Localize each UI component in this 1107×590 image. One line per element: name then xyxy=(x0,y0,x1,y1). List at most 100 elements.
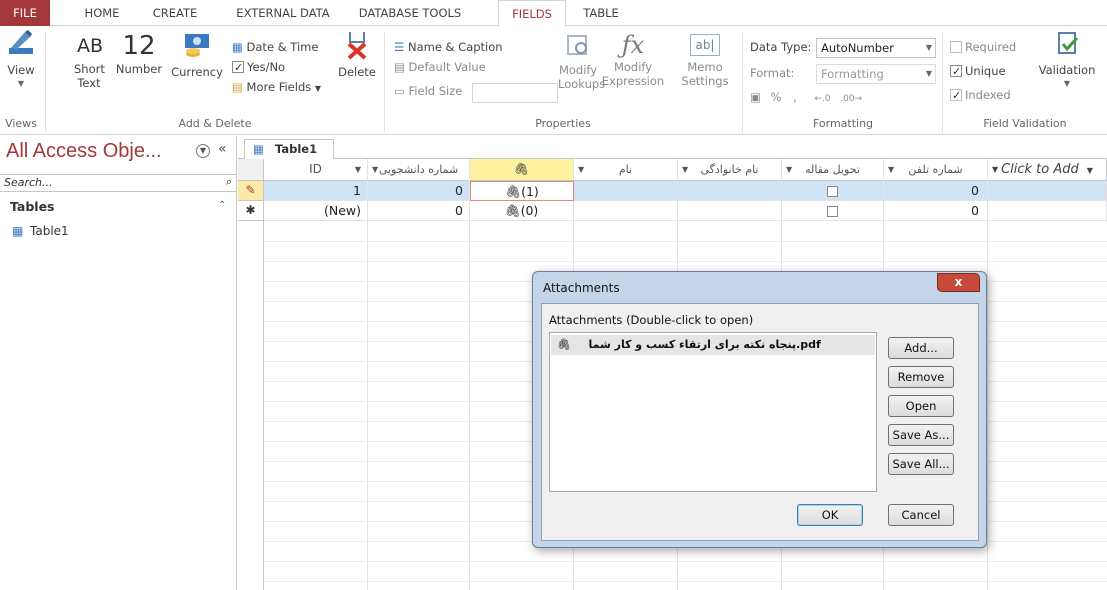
field-size-input[interactable] xyxy=(472,83,558,103)
column-header-phone-number[interactable]: ▼ شماره تلفن xyxy=(884,159,988,181)
table-icon: ▦ xyxy=(253,142,264,156)
nav-item-table1[interactable]: ▦ Table1 xyxy=(12,224,69,238)
remove-button[interactable]: Remove xyxy=(888,366,954,388)
cell-family-name[interactable] xyxy=(678,201,782,221)
search-icon[interactable]: ⌕ xyxy=(226,174,232,190)
row-selector-new[interactable]: ✱ xyxy=(238,201,264,221)
data-type-select[interactable]: AutoNumber ▼ xyxy=(816,38,936,58)
percent-button[interactable]: % xyxy=(771,90,782,104)
cell-name[interactable] xyxy=(574,181,678,201)
sort-arrow-icon[interactable]: ▼ xyxy=(682,159,688,180)
date-time-button[interactable]: ▦ Date & Time xyxy=(232,38,318,56)
default-value-button[interactable]: ▤ Default Value xyxy=(394,58,486,76)
cell-family-name[interactable] xyxy=(678,181,782,201)
tab-external-data[interactable]: EXTERNAL DATA xyxy=(228,0,338,26)
short-text-button[interactable]: AB Short Text xyxy=(74,30,106,90)
cell-student-number[interactable]: 0 xyxy=(368,181,470,201)
validation-button[interactable]: Validation ▼ xyxy=(1038,30,1096,91)
tab-file[interactable]: FILE xyxy=(0,0,50,26)
select-all-corner[interactable] xyxy=(238,159,264,181)
checkbox[interactable] xyxy=(827,186,838,197)
open-button[interactable]: Open xyxy=(888,395,954,417)
sort-arrow-icon[interactable]: ▼ xyxy=(992,159,998,180)
grid-column-line xyxy=(987,159,988,590)
dropdown-arrow-icon[interactable]: ▼ xyxy=(1087,166,1093,175)
document-tab-table1[interactable]: ▦ Table1 xyxy=(244,139,334,160)
indexed-checkbox[interactable]: Indexed xyxy=(950,86,1011,105)
cancel-button[interactable]: Cancel xyxy=(888,504,954,526)
tab-database-tools[interactable]: DATABASE TOOLS xyxy=(350,0,470,26)
row-selector-editing[interactable]: ✎ xyxy=(238,181,264,201)
nav-pane-title[interactable]: All Access Obje... xyxy=(6,140,162,163)
shutter-bar-close-icon[interactable]: « xyxy=(218,141,227,157)
number-button[interactable]: 12 Number xyxy=(114,30,164,76)
column-header-article-delivery[interactable]: ▼ تحویل مقاله xyxy=(782,159,884,181)
cell-id[interactable]: (New) xyxy=(264,201,368,221)
modify-lookups-button[interactable]: Modify Lookups xyxy=(558,30,605,91)
ribbon-tab-bar: FILE HOME CREATE EXTERNAL DATA DATABASE … xyxy=(0,0,1107,27)
collapse-section-icon[interactable]: ⌃ xyxy=(218,200,226,211)
cell-phone-number[interactable]: 0 xyxy=(884,181,988,201)
format-select[interactable]: Formatting ▼ xyxy=(816,64,936,84)
field-size-label: ▭ Field Size xyxy=(394,84,463,98)
tab-home[interactable]: HOME xyxy=(72,0,132,26)
cell-article-delivery[interactable] xyxy=(782,181,884,201)
decrease-decimals-icon[interactable]: .00→ xyxy=(840,94,862,104)
sort-arrow-icon[interactable]: ▼ xyxy=(888,159,894,180)
checkbox[interactable] xyxy=(827,206,838,217)
cell-student-number[interactable]: 0 xyxy=(368,201,470,221)
save-all-button[interactable]: Save All... xyxy=(888,453,954,475)
column-header-id[interactable]: ID ▼ xyxy=(264,159,368,181)
table-row[interactable]: ✱ (New) 0 🖇(0) 0 xyxy=(238,201,1107,221)
column-header-click-to-add[interactable]: ▼ Click to Add ▼ xyxy=(988,159,1107,181)
comma-button[interactable]: , xyxy=(793,90,797,104)
required-checkbox[interactable]: Required xyxy=(950,38,1016,56)
ok-button[interactable]: OK xyxy=(797,504,863,526)
cell-attachment[interactable]: 🖇(1) xyxy=(470,181,574,201)
name-caption-icon: ☰ xyxy=(394,40,405,54)
asterisk-icon: ✱ xyxy=(245,203,256,217)
close-button[interactable]: x xyxy=(937,273,980,292)
cell-name[interactable] xyxy=(574,201,678,221)
tab-fields[interactable]: FIELDS xyxy=(498,0,566,27)
unique-checkbox[interactable]: Unique xyxy=(950,62,1006,81)
calendar-icon: ▦ xyxy=(232,40,243,54)
format-label: Format: xyxy=(750,66,795,80)
table-row[interactable]: ✎ 1 0 🖇(1) 0 xyxy=(238,181,1107,201)
nav-section-tables[interactable]: Tables xyxy=(10,199,55,214)
nav-menu-icon[interactable]: ▼ xyxy=(196,144,210,158)
delete-button[interactable]: Delete xyxy=(336,30,378,79)
name-caption-button[interactable]: ☰ Name & Caption xyxy=(394,38,503,56)
nav-search-input[interactable]: Search... ⌕ xyxy=(0,174,236,192)
group-separator xyxy=(45,32,46,132)
cell-article-delivery[interactable] xyxy=(782,201,884,221)
modify-expression-button[interactable]: ƒx Modify Expression xyxy=(598,30,668,88)
column-header-family-name[interactable]: ▼ نام خانوادگی xyxy=(678,159,782,181)
more-fields-button[interactable]: ▤ More Fields ▼ xyxy=(232,78,321,96)
list-item[interactable]: 🖇 پنجاه نکته برای ارتقاء کسب و کار شما.p… xyxy=(551,335,875,355)
group-separator xyxy=(942,32,943,132)
currency-button[interactable]: Currency xyxy=(170,30,224,79)
column-header-name[interactable]: ▼ نام xyxy=(574,159,678,181)
column-header-student-number[interactable]: ▼ شماره دانشجویی xyxy=(368,159,470,181)
cell-phone-number[interactable]: 0 xyxy=(884,201,988,221)
yes-no-button[interactable]: Yes/No xyxy=(232,58,285,77)
memo-settings-button[interactable]: ab| Memo Settings xyxy=(676,30,734,88)
cell-id[interactable]: 1 xyxy=(264,181,368,201)
sort-arrow-icon[interactable]: ▼ xyxy=(578,159,584,180)
view-button[interactable]: View ▼ xyxy=(4,28,38,91)
save-as-button[interactable]: Save As... xyxy=(888,424,954,446)
cell-attachment[interactable]: 🖇(0) xyxy=(470,201,574,221)
sort-arrow-icon[interactable]: ▼ xyxy=(355,159,361,180)
sort-arrow-icon[interactable]: ▼ xyxy=(786,159,792,180)
column-header-attachment[interactable]: 🖇 xyxy=(470,159,574,181)
sort-arrow-icon[interactable]: ▼ xyxy=(372,159,378,180)
add-button[interactable]: Add... xyxy=(888,337,954,359)
cell-click-to-add[interactable] xyxy=(988,201,1107,221)
attachments-list[interactable]: 🖇 پنجاه نکته برای ارتقاء کسب و کار شما.p… xyxy=(549,332,877,492)
increase-decimals-icon[interactable]: ←.0 xyxy=(814,94,830,104)
tab-table[interactable]: TABLE xyxy=(570,0,632,26)
currency-format-icon[interactable]: ▣ xyxy=(750,90,761,104)
tab-create[interactable]: CREATE xyxy=(140,0,210,26)
cell-click-to-add[interactable] xyxy=(988,181,1107,201)
